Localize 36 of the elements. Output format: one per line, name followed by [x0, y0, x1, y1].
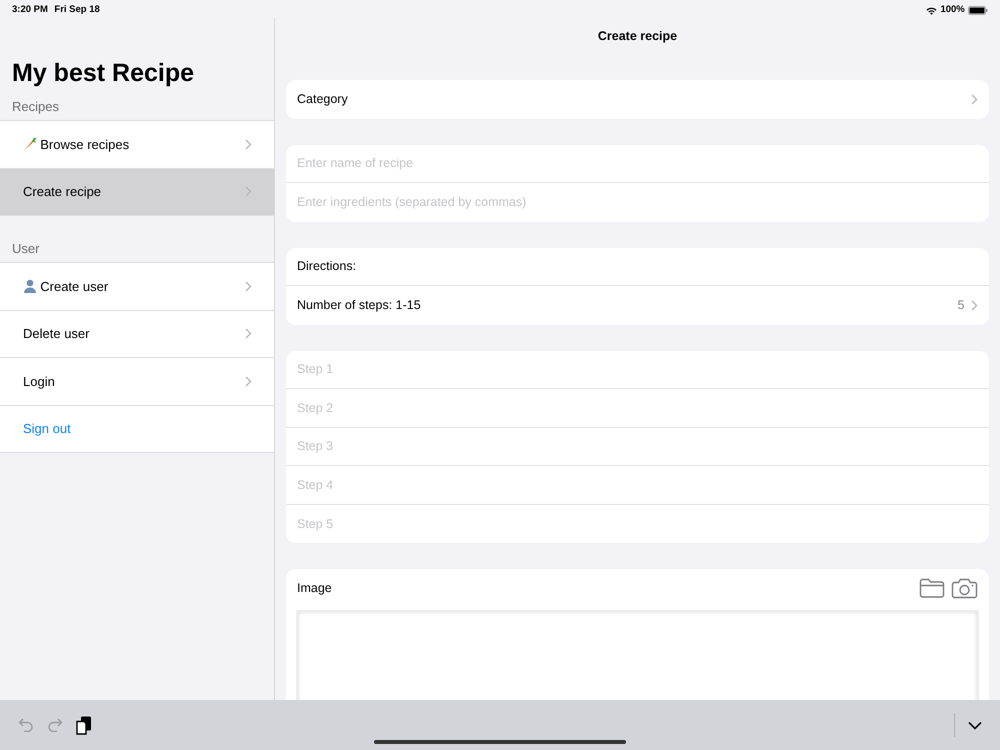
person-icon — [23, 279, 37, 294]
folder-icon[interactable] — [918, 578, 944, 598]
input-field[interactable]: Enter ingredients (separated by commas) — [286, 183, 989, 222]
chevron-icon — [971, 94, 978, 105]
directions-label: Directions: — [297, 258, 356, 275]
camera-icon[interactable] — [951, 578, 978, 599]
image-label: Image — [297, 580, 332, 597]
step-field[interactable]: Step 3 — [286, 428, 989, 465]
chevron-icon — [245, 186, 252, 198]
wifi-icon — [926, 6, 938, 14]
step-field[interactable]: Step 2 — [286, 389, 989, 426]
status-time: 3:20 PM — [12, 3, 48, 17]
sidebar-item[interactable]: Sign out — [0, 406, 274, 453]
category-row[interactable]: Category — [286, 80, 989, 118]
sidebar-item[interactable]: Delete user — [0, 310, 274, 358]
chevron-icon — [245, 328, 252, 340]
step-field[interactable]: Step 1 — [286, 350, 989, 388]
step-field[interactable]: Step 4 — [286, 466, 989, 504]
chevron-icon — [245, 280, 252, 292]
status-date: Fri Sep 18 — [54, 3, 100, 17]
chevron-icon — [245, 138, 252, 150]
battery-percent: 100% — [940, 3, 965, 18]
section-header: User — [11, 240, 40, 258]
chevron-icon — [245, 376, 252, 387]
battery-icon — [968, 6, 988, 15]
input-field[interactable]: Enter name of recipe — [286, 144, 989, 182]
chevron-down-icon[interactable] — [968, 720, 982, 730]
step-field[interactable]: Step 5 — [286, 504, 989, 543]
app-title: My best Recipe — [12, 58, 196, 88]
steps-picker-row[interactable]: Number of steps: 1-15 5 — [286, 286, 989, 324]
paste-icon[interactable] — [76, 716, 92, 734]
carrot-icon — [23, 137, 37, 152]
screen-title: Create recipe — [596, 28, 678, 45]
section-header: Recipes — [11, 98, 60, 116]
chevron-icon — [971, 300, 978, 311]
sidebar-item[interactable]: Create recipe — [0, 168, 274, 216]
